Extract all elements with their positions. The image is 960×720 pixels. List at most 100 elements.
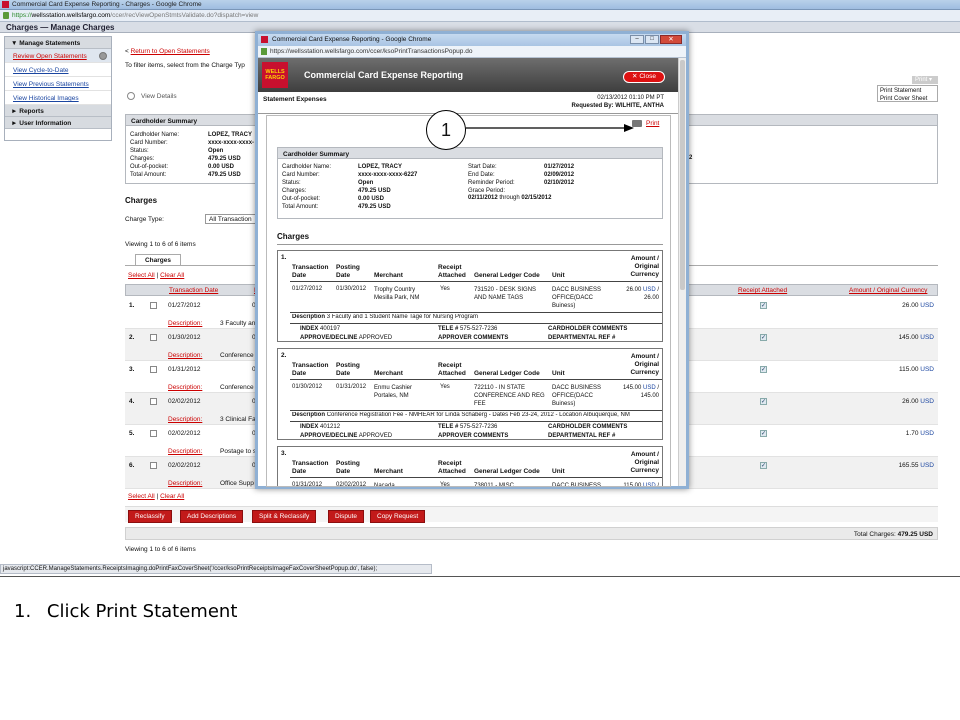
charge-merchant: Trophy Country Mesilla Park, NM	[374, 287, 420, 301]
row-description-link[interactable]: Description:	[168, 416, 202, 423]
left-nav: ▼ Manage Statements Review Open Statemen…	[4, 36, 112, 141]
popup-close-button[interactable]: ✕ Close	[623, 71, 665, 83]
popup-summary-bar: Cardholder Summary	[277, 147, 663, 159]
row-checkbox[interactable]	[150, 366, 157, 373]
row-description-text: Conference	[220, 384, 254, 391]
nav-manage-statements[interactable]: ▼ Manage Statements	[5, 37, 111, 49]
nav-item-review-open-statements[interactable]: Review Open Statements	[5, 49, 111, 63]
popup-address-bar[interactable]: https://wellsstation.wellsfargo.com/ccer…	[258, 46, 686, 58]
clear-all-link[interactable]: Clear All	[160, 272, 184, 279]
return-link-wrap[interactable]: < Return to Open Statements	[125, 48, 210, 55]
charge-receipt: Yes	[440, 286, 450, 292]
print-cover-sheet-option[interactable]: Print Cover Sheet	[880, 95, 935, 103]
charge-merchant: Nacada	[374, 483, 395, 487]
charge-tele: TELE # 575-527-7236	[438, 326, 498, 332]
charge-index: INDEX 400197	[300, 326, 341, 332]
row-checkbox[interactable]	[150, 302, 157, 309]
minimize-icon[interactable]: –	[630, 35, 644, 44]
row-description-text: 3 Faculty and	[220, 320, 260, 327]
add-descriptions-button[interactable]: Add Descriptions	[180, 510, 244, 523]
row-description-link[interactable]: Description:	[168, 352, 202, 359]
row-checkbox[interactable]	[150, 398, 157, 405]
row-date: 02/02/2012	[168, 430, 201, 437]
instruction-number: 1.	[14, 601, 32, 622]
copy-request-button[interactable]: Copy Request	[370, 510, 426, 523]
charge-gl-code: 738011 - MISC	[474, 483, 514, 487]
view-details-link[interactable]: View Details	[141, 93, 177, 100]
row-checkbox[interactable]	[150, 334, 157, 341]
maximize-icon[interactable]: □	[645, 35, 659, 44]
nav-item-view-historical-images[interactable]: View Historical Images	[5, 91, 111, 105]
row-date: 02/02/2012	[168, 462, 201, 469]
charges-heading: Charges	[125, 196, 158, 205]
charge-number: 3.	[281, 450, 287, 457]
popup-scroll-thumb[interactable]	[680, 60, 685, 290]
header-rule	[290, 281, 662, 282]
nav-item-view-cycle-to-date[interactable]: View Cycle-to-Date	[5, 63, 111, 77]
row-description-link[interactable]: Description:	[168, 320, 202, 327]
hdr-unit: Unit	[552, 468, 565, 475]
row-amount: 26.00 USD	[902, 398, 934, 405]
col-receipt-attached[interactable]: Receipt Attached	[738, 287, 787, 294]
charge-unit: DACC BUSINESS OFFICE(DACC Buiness)	[552, 385, 602, 407]
select-all-link[interactable]: Select All	[128, 272, 155, 279]
row-checkbox[interactable]	[150, 462, 157, 469]
callout-arrow	[466, 124, 634, 132]
charge-type-label: Charge Type:	[125, 216, 164, 223]
browser-title-bar: Commercial Card Expense Reporting - Char…	[0, 0, 960, 10]
header-rule	[290, 379, 662, 380]
hdr-posting-date: Posting Date	[336, 362, 360, 377]
row-checkbox[interactable]	[150, 430, 157, 437]
window-close-icon[interactable]: ✕	[660, 35, 682, 44]
select-all-link-bottom[interactable]: Select All	[128, 493, 155, 500]
return-to-open-statements-link[interactable]: Return to Open Statements	[131, 48, 210, 55]
charge-approver-comments: APPROVER COMMENTS	[438, 335, 509, 341]
banner-title: Commercial Card Expense Reporting	[304, 70, 464, 80]
nav-user-information[interactable]: ► User Information	[5, 117, 111, 129]
nav-item-view-previous-statements[interactable]: View Previous Statements	[5, 77, 111, 91]
charges-rule	[277, 244, 663, 245]
charge-type-select[interactable]: All Transaction	[205, 214, 257, 224]
row-date: 01/27/2012	[168, 302, 201, 309]
charge-cardholder-comments: CARDHOLDER COMMENTS	[548, 326, 628, 332]
print-dropdown[interactable]: Print ▾	[912, 76, 938, 84]
hdr-receipt-attached: Receipt Attached	[438, 460, 466, 475]
charge-dept-ref: DEPARTMENTAL REF #	[548, 335, 616, 341]
page-title: Charges — Manage Charges	[6, 23, 115, 32]
popup-summary-panel: Cardholder Name: Card Number: Status: Char…	[277, 159, 663, 219]
row-number: 6.	[129, 462, 135, 469]
hdr-amount: Amount / Original Currency	[630, 353, 659, 376]
hdr-receipt-attached: Receipt Attached	[438, 264, 466, 279]
hdr-transaction-date: Transaction Date	[292, 264, 329, 279]
split-reclassify-button[interactable]: Split & Reclassify	[252, 510, 317, 523]
instruction-text: Click Print Statement	[46, 601, 238, 622]
popup-scrollbar[interactable]	[678, 58, 686, 486]
charge-unit: DACC BUSINESS OFFICE(DACC	[552, 483, 602, 487]
dispute-button[interactable]: Dispute	[328, 510, 365, 523]
charge-receipt: Yes	[440, 384, 450, 390]
total-charges: Total Charges: 479.25 USD	[853, 531, 933, 538]
popup-url[interactable]: https://wellsstation.wellsfargo.com/ccer…	[270, 48, 472, 55]
clear-all-link-bottom[interactable]: Clear All	[160, 493, 184, 500]
address-bar[interactable]: https://wellsstation.wellsfargo.com/ccer…	[0, 10, 960, 22]
desc-rule	[290, 410, 662, 411]
screenshot-bottom-edge	[0, 576, 960, 577]
print-link[interactable]: Print	[646, 120, 659, 127]
hdr-unit: Unit	[552, 272, 565, 279]
url-text[interactable]: https://wellsstation.wellsfargo.com/ccer…	[12, 12, 258, 19]
row-amount: 165.55 USD	[898, 462, 934, 469]
row-description-link[interactable]: Description:	[168, 448, 202, 455]
col-amount[interactable]: Amount / Original Currency	[849, 287, 927, 294]
popup-summary-right-values: 01/27/2012 02/09/2012 02/10/2012	[544, 164, 575, 186]
row-description-link[interactable]: Description:	[168, 384, 202, 391]
popup-title-bar: Commercial Card Expense Reporting - Goog…	[258, 34, 686, 46]
row-number: 4.	[129, 398, 135, 405]
reclassify-button[interactable]: Reclassify	[128, 510, 172, 523]
charge-merchant: Enmu Cashier Portales, NM	[374, 385, 413, 399]
print-statement-option[interactable]: Print Statement	[880, 87, 935, 95]
row-date: 01/30/2012	[168, 334, 201, 341]
header-rule	[290, 477, 662, 478]
col-transaction-date[interactable]: Transaction Date	[169, 287, 218, 294]
row-description-link[interactable]: Description:	[168, 480, 202, 487]
nav-reports[interactable]: ► Reports	[5, 105, 111, 117]
